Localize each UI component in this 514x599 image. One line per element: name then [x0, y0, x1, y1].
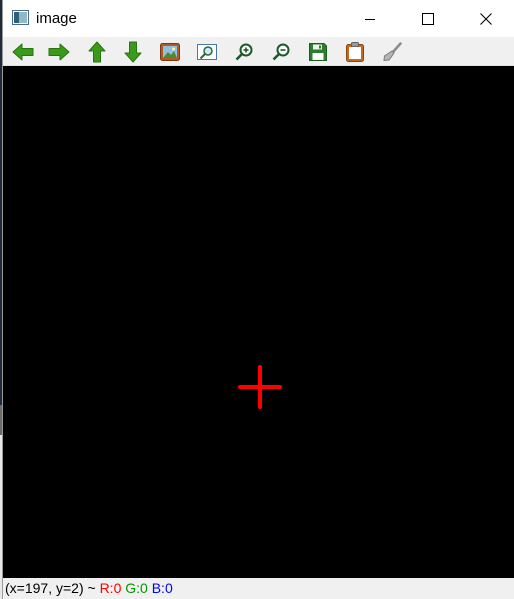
zoom-region-icon — [197, 44, 217, 60]
pan-down-button[interactable] — [121, 40, 145, 64]
app-image-icon — [12, 10, 29, 25]
image-canvas[interactable] — [3, 66, 514, 578]
image-window: image (x=197, y=2) ~ R:0 G:0 B:0 — [2, 0, 514, 599]
arrow-up-icon — [88, 41, 106, 63]
fit-image-button[interactable] — [158, 40, 182, 64]
arrow-left-icon — [12, 43, 34, 61]
arrow-right-icon — [48, 43, 70, 61]
picture-icon — [160, 43, 180, 61]
zoom-in-icon — [235, 43, 253, 61]
cursor-coordinates: (x=197, y=2) ~ — [5, 580, 96, 596]
minimize-button[interactable] — [341, 0, 399, 37]
maximize-button[interactable] — [399, 0, 457, 37]
pan-right-button[interactable] — [47, 40, 71, 64]
zoom-out-icon — [272, 43, 290, 61]
status-bar: (x=197, y=2) ~ R:0 G:0 B:0 — [3, 578, 514, 599]
clipboard-icon — [346, 42, 364, 62]
blue-channel-value: B:0 — [151, 580, 173, 596]
toolbar — [3, 37, 514, 66]
red-channel-value: R:0 — [99, 580, 122, 596]
brush-icon — [383, 42, 402, 62]
green-channel-value: G:0 — [125, 580, 148, 596]
close-button[interactable] — [457, 0, 514, 37]
save-button[interactable] — [306, 40, 330, 64]
window-title: image — [36, 10, 77, 27]
properties-button[interactable] — [380, 40, 404, 64]
save-icon — [309, 43, 327, 61]
zoom-region-button[interactable] — [195, 40, 219, 64]
arrow-down-icon — [124, 41, 142, 63]
close-icon — [480, 12, 492, 25]
minimize-icon — [365, 18, 375, 20]
title-bar[interactable]: image — [3, 0, 514, 37]
zoom-in-button[interactable] — [232, 40, 256, 64]
red-cross-marker — [238, 365, 282, 409]
zoom-out-button[interactable] — [269, 40, 293, 64]
copy-clipboard-button[interactable] — [343, 40, 367, 64]
pan-left-button[interactable] — [11, 40, 35, 64]
maximize-icon — [422, 12, 434, 25]
pan-up-button[interactable] — [85, 40, 109, 64]
